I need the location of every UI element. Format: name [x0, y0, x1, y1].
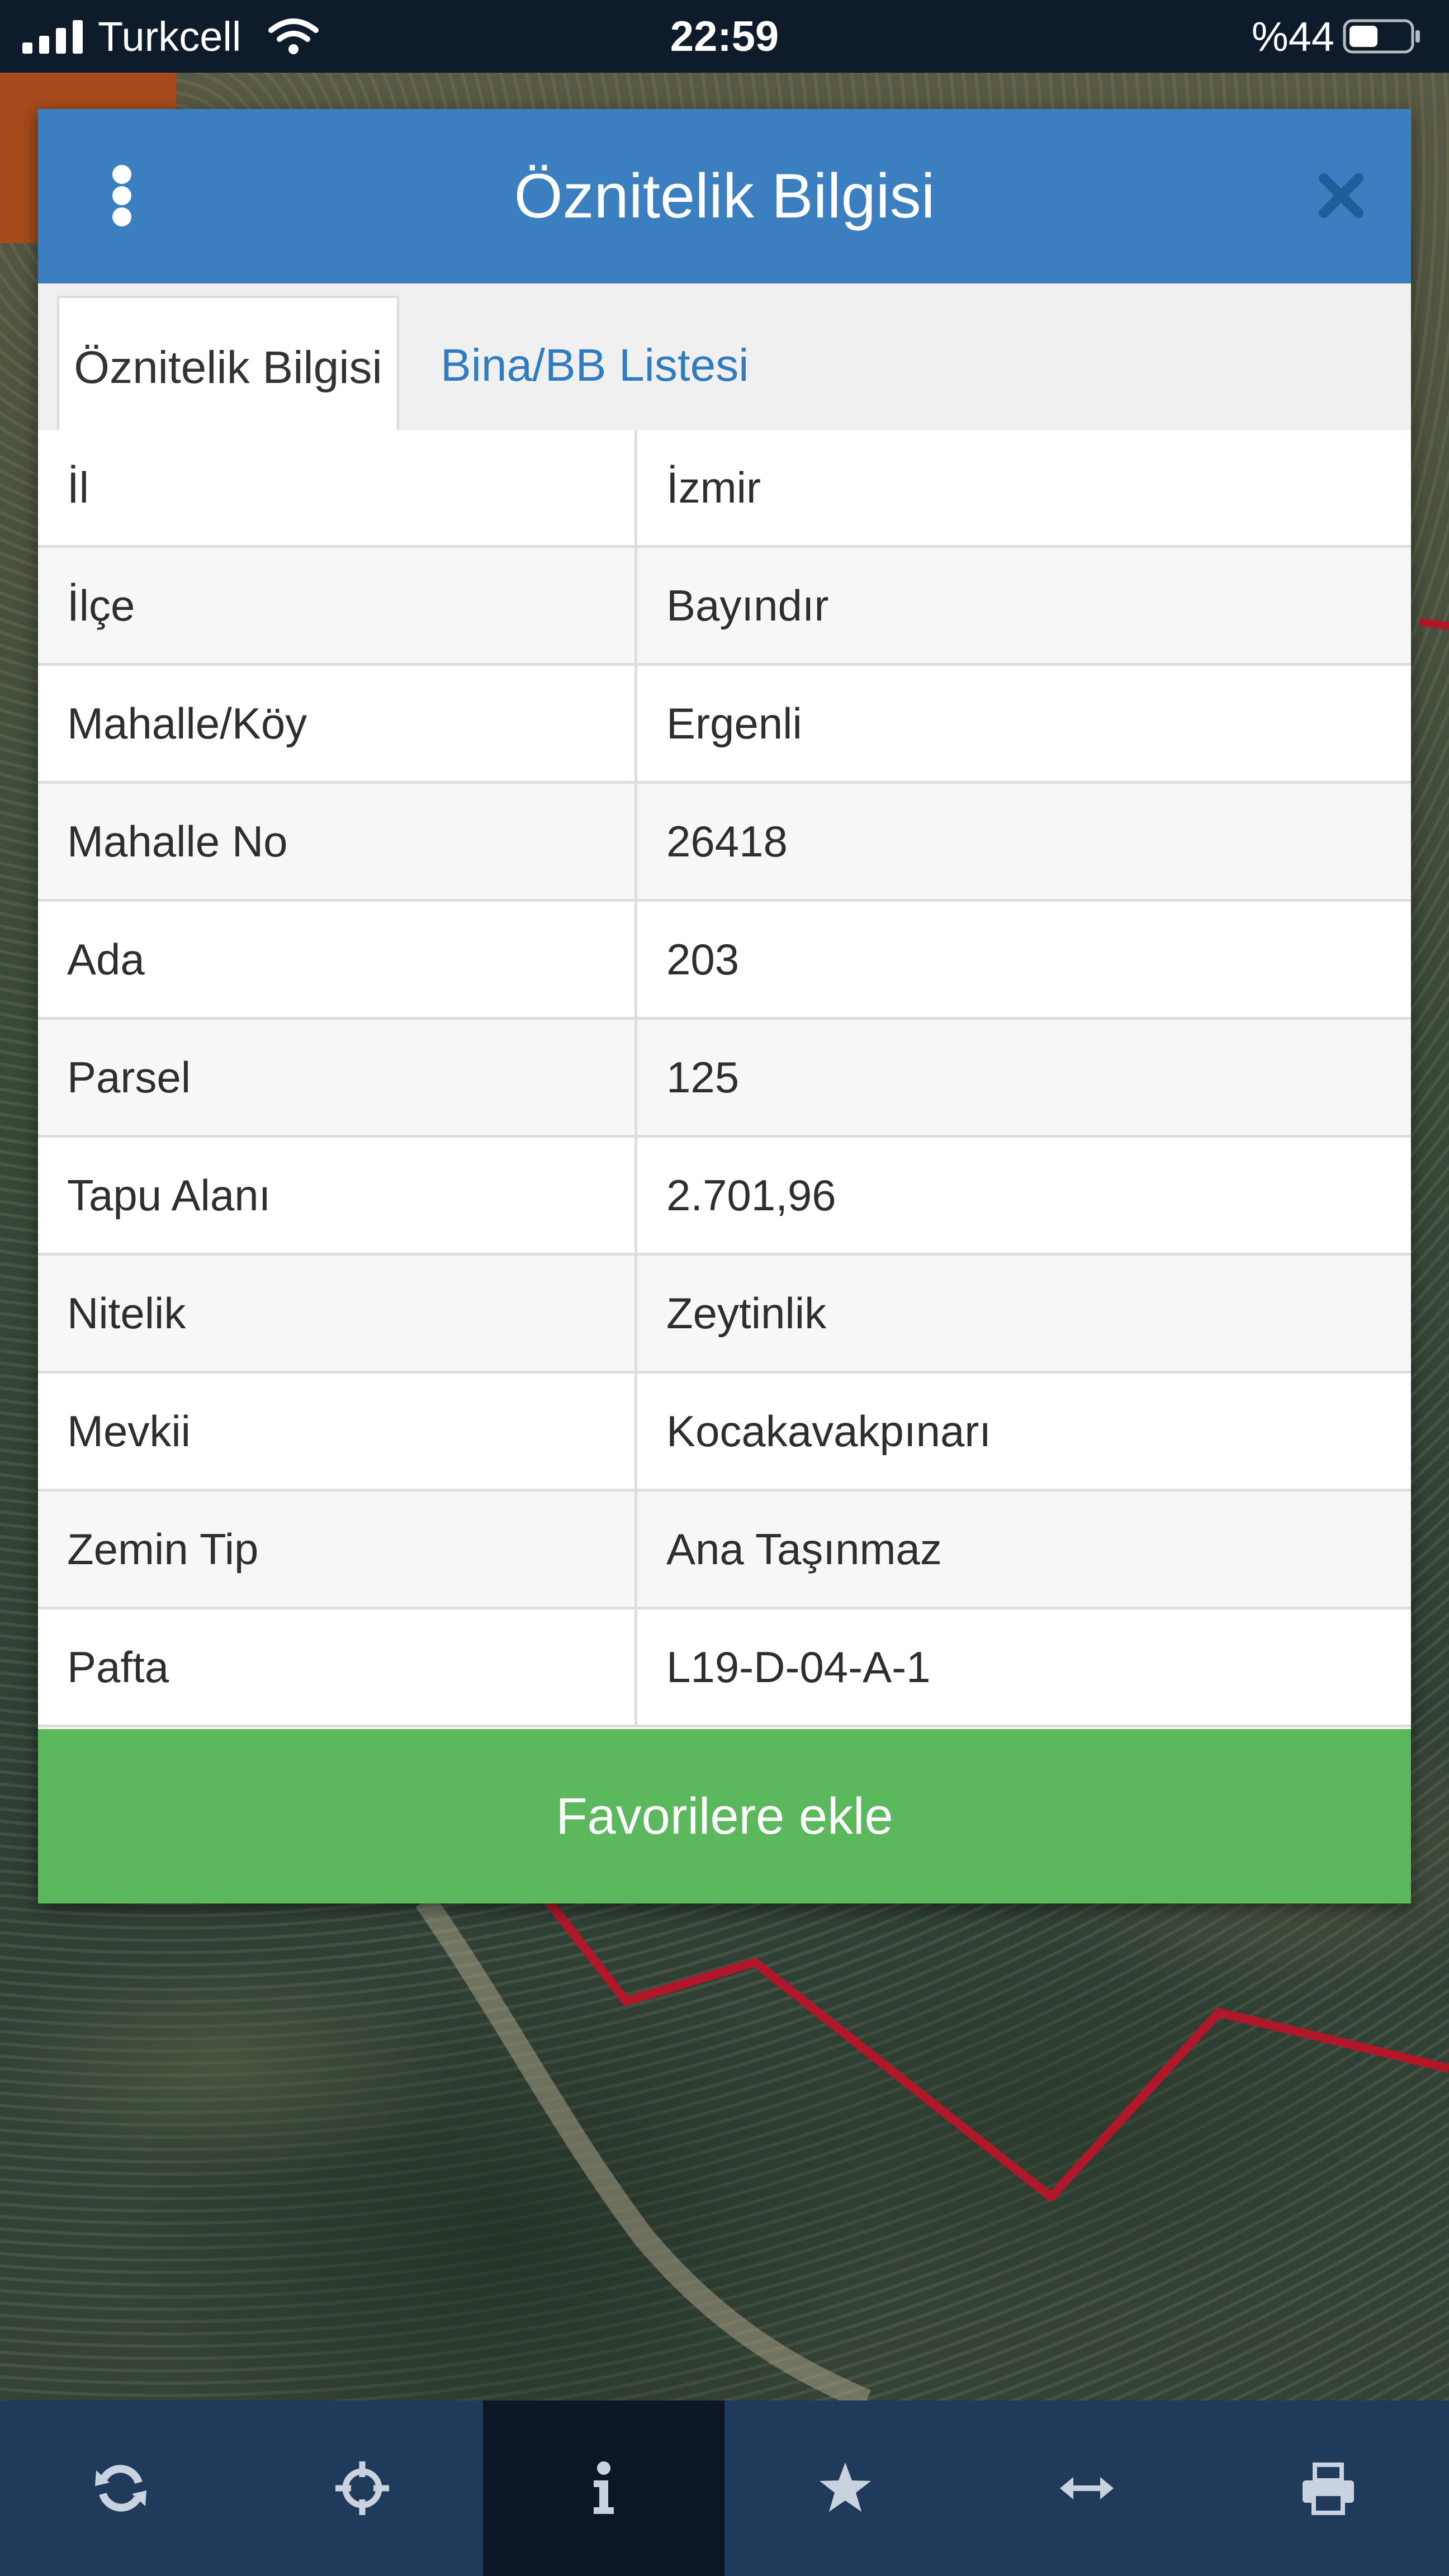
tab-building-list[interactable]: Bina/BB Listesi [441, 296, 832, 435]
tab-attribute-info[interactable]: Öznitelik Bilgisi [57, 296, 399, 435]
attribute-value: 26418 [666, 817, 788, 866]
bottom-toolbar [0, 2400, 1449, 2576]
print-icon [1303, 2463, 1354, 2515]
attribute-key: İl [38, 430, 637, 545]
attribute-key: Tapu Alanı [38, 1138, 637, 1253]
table-row: İlçe Bayındır [38, 548, 1411, 666]
table-row: İl İzmir [38, 430, 1411, 548]
attribute-value: 203 [666, 935, 740, 984]
table-row: Mahalle/Köy Ergenli [38, 666, 1411, 784]
attribute-key: Zemin Tip [38, 1491, 637, 1607]
attribute-value: L19-D-04-A-1 [666, 1642, 931, 1692]
attribute-key: Parsel [38, 1020, 637, 1135]
clock: 22:59 [670, 13, 779, 60]
table-row: Ada 203 [38, 902, 1411, 1020]
attribute-dialog: Öznitelik Bilgisi Öznitelik Bilgisi Bina… [38, 109, 1411, 1903]
star-icon [820, 2463, 871, 2512]
attribute-key: Ada [38, 902, 637, 1017]
info-icon [594, 2461, 614, 2514]
status-bar: Turkcell 22:59 %44 [0, 0, 1449, 73]
attribute-key: Nitelik [38, 1256, 637, 1371]
print-button[interactable] [1208, 2400, 1449, 2576]
attribute-value: Ana Taşınmaz [666, 1524, 942, 1574]
table-row: Parsel 125 [38, 1020, 1411, 1138]
add-to-favorites-button[interactable]: Favorilere ekle [38, 1729, 1411, 1903]
dialog-header: Öznitelik Bilgisi [38, 109, 1411, 283]
refresh-icon [95, 2465, 146, 2512]
attribute-value: Kocakavakpınarı [666, 1407, 992, 1456]
refresh-button[interactable] [0, 2400, 242, 2576]
table-row: Mevkii Kocakavakpınarı [38, 1374, 1411, 1491]
favorites-button[interactable] [724, 2400, 966, 2576]
attribute-key: Pafta [38, 1609, 637, 1725]
attribute-value: Ergenli [666, 699, 802, 748]
attribute-key: Mevkii [38, 1374, 637, 1489]
table-row: Tapu Alanı 2.701,96 [38, 1138, 1411, 1256]
locate-button[interactable] [242, 2400, 483, 2576]
dot-icon [112, 165, 131, 184]
attribute-value: 2.701,96 [666, 1171, 836, 1220]
app-screen: Turkcell 22:59 %44 emlakjet.com Özniteli… [0, 0, 1449, 2576]
dialog-title: Öznitelik Bilgisi [514, 161, 935, 231]
battery-percent: %44 [1251, 13, 1334, 60]
attribute-value: Zeytinlik [666, 1289, 827, 1338]
more-menu-button[interactable] [111, 165, 133, 226]
dot-icon [112, 207, 131, 226]
attribute-value: Bayındır [666, 581, 829, 630]
table-row: Nitelik Zeytinlik [38, 1256, 1411, 1374]
info-button[interactable] [483, 2400, 724, 2576]
attribute-key: Mahalle/Köy [38, 666, 637, 781]
table-row: Pafta L19-D-04-A-1 [38, 1609, 1411, 1727]
table-row: Zemin Tip Ana Taşınmaz [38, 1491, 1411, 1609]
attribute-key: İlçe [38, 548, 637, 663]
attribute-value: 125 [666, 1053, 740, 1102]
measure-button[interactable] [966, 2400, 1208, 2576]
dot-icon [112, 186, 131, 205]
table-row: Mahalle No 26418 [38, 784, 1411, 902]
close-icon[interactable] [1316, 171, 1366, 221]
attribute-key: Mahalle No [38, 784, 637, 899]
locate-icon [335, 2461, 389, 2515]
battery-icon [1343, 19, 1420, 54]
measure-icon [1060, 2477, 1114, 2499]
attribute-value: İzmir [666, 463, 761, 512]
